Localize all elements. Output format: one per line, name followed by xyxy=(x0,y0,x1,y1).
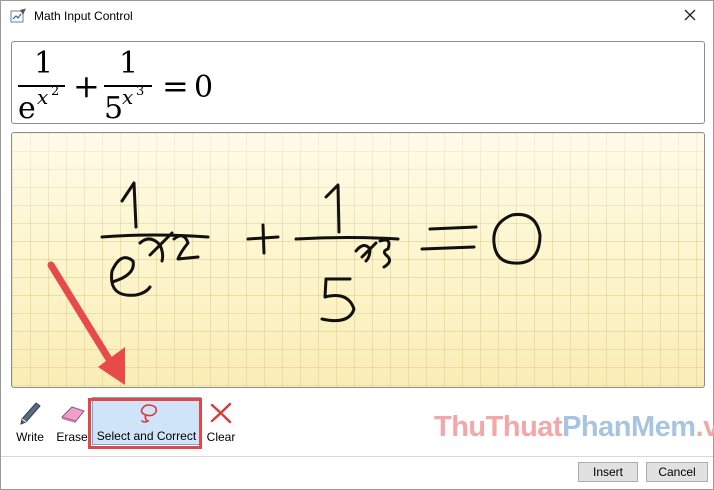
preview-equals: = xyxy=(162,67,189,105)
insert-button[interactable]: Insert xyxy=(578,462,638,482)
preview-term2-base: 5 xyxy=(104,91,123,125)
highlight-frame xyxy=(88,398,202,449)
clear-tool-button[interactable]: Clear xyxy=(204,397,238,447)
close-icon xyxy=(684,8,696,26)
pen-icon xyxy=(11,401,49,428)
math-input-app-icon xyxy=(10,8,28,24)
eraser-icon xyxy=(53,401,91,428)
preview-term2-exp-var: x xyxy=(122,85,133,109)
preview-term1-base: e xyxy=(18,91,36,125)
watermark-logo: ThuThuatPhanMem.vn xyxy=(434,411,714,444)
close-button[interactable] xyxy=(667,1,713,32)
preview-term1-exp-power: 2 xyxy=(51,84,59,99)
preview-term2-exp-power: 3 xyxy=(136,84,144,99)
erase-tool-button[interactable]: Erase xyxy=(53,397,91,447)
math-input-window: Math Input Control 1 e x 2 + 1 5 x 3 = 0 xyxy=(0,0,714,490)
watermark-part2: PhanMem xyxy=(562,411,696,443)
erase-tool-label: Erase xyxy=(56,430,88,444)
cancel-button[interactable]: Cancel xyxy=(646,462,708,482)
write-tool-button[interactable]: Write xyxy=(11,397,49,447)
preview-term2-numerator: 1 xyxy=(119,46,138,81)
clear-tool-label: Clear xyxy=(206,430,236,444)
write-tool-label: Write xyxy=(16,430,44,444)
ink-strokes xyxy=(100,181,542,323)
clear-x-icon xyxy=(204,401,238,428)
handwriting-canvas[interactable] xyxy=(11,132,705,388)
window-title: Math Input Control xyxy=(34,9,133,23)
footer-divider xyxy=(1,456,713,457)
title-bar[interactable]: Math Input Control xyxy=(1,1,713,32)
preview-rhs: 0 xyxy=(194,70,213,105)
watermark-part1: ThuThuat xyxy=(434,411,563,443)
preview-plus: + xyxy=(73,67,100,105)
formula-preview[interactable]: 1 e x 2 + 1 5 x 3 = 0 xyxy=(11,41,705,125)
preview-term1-numerator: 1 xyxy=(34,46,53,81)
preview-term1-exp-var: x xyxy=(37,85,48,109)
watermark-part3: .vn xyxy=(695,411,714,443)
